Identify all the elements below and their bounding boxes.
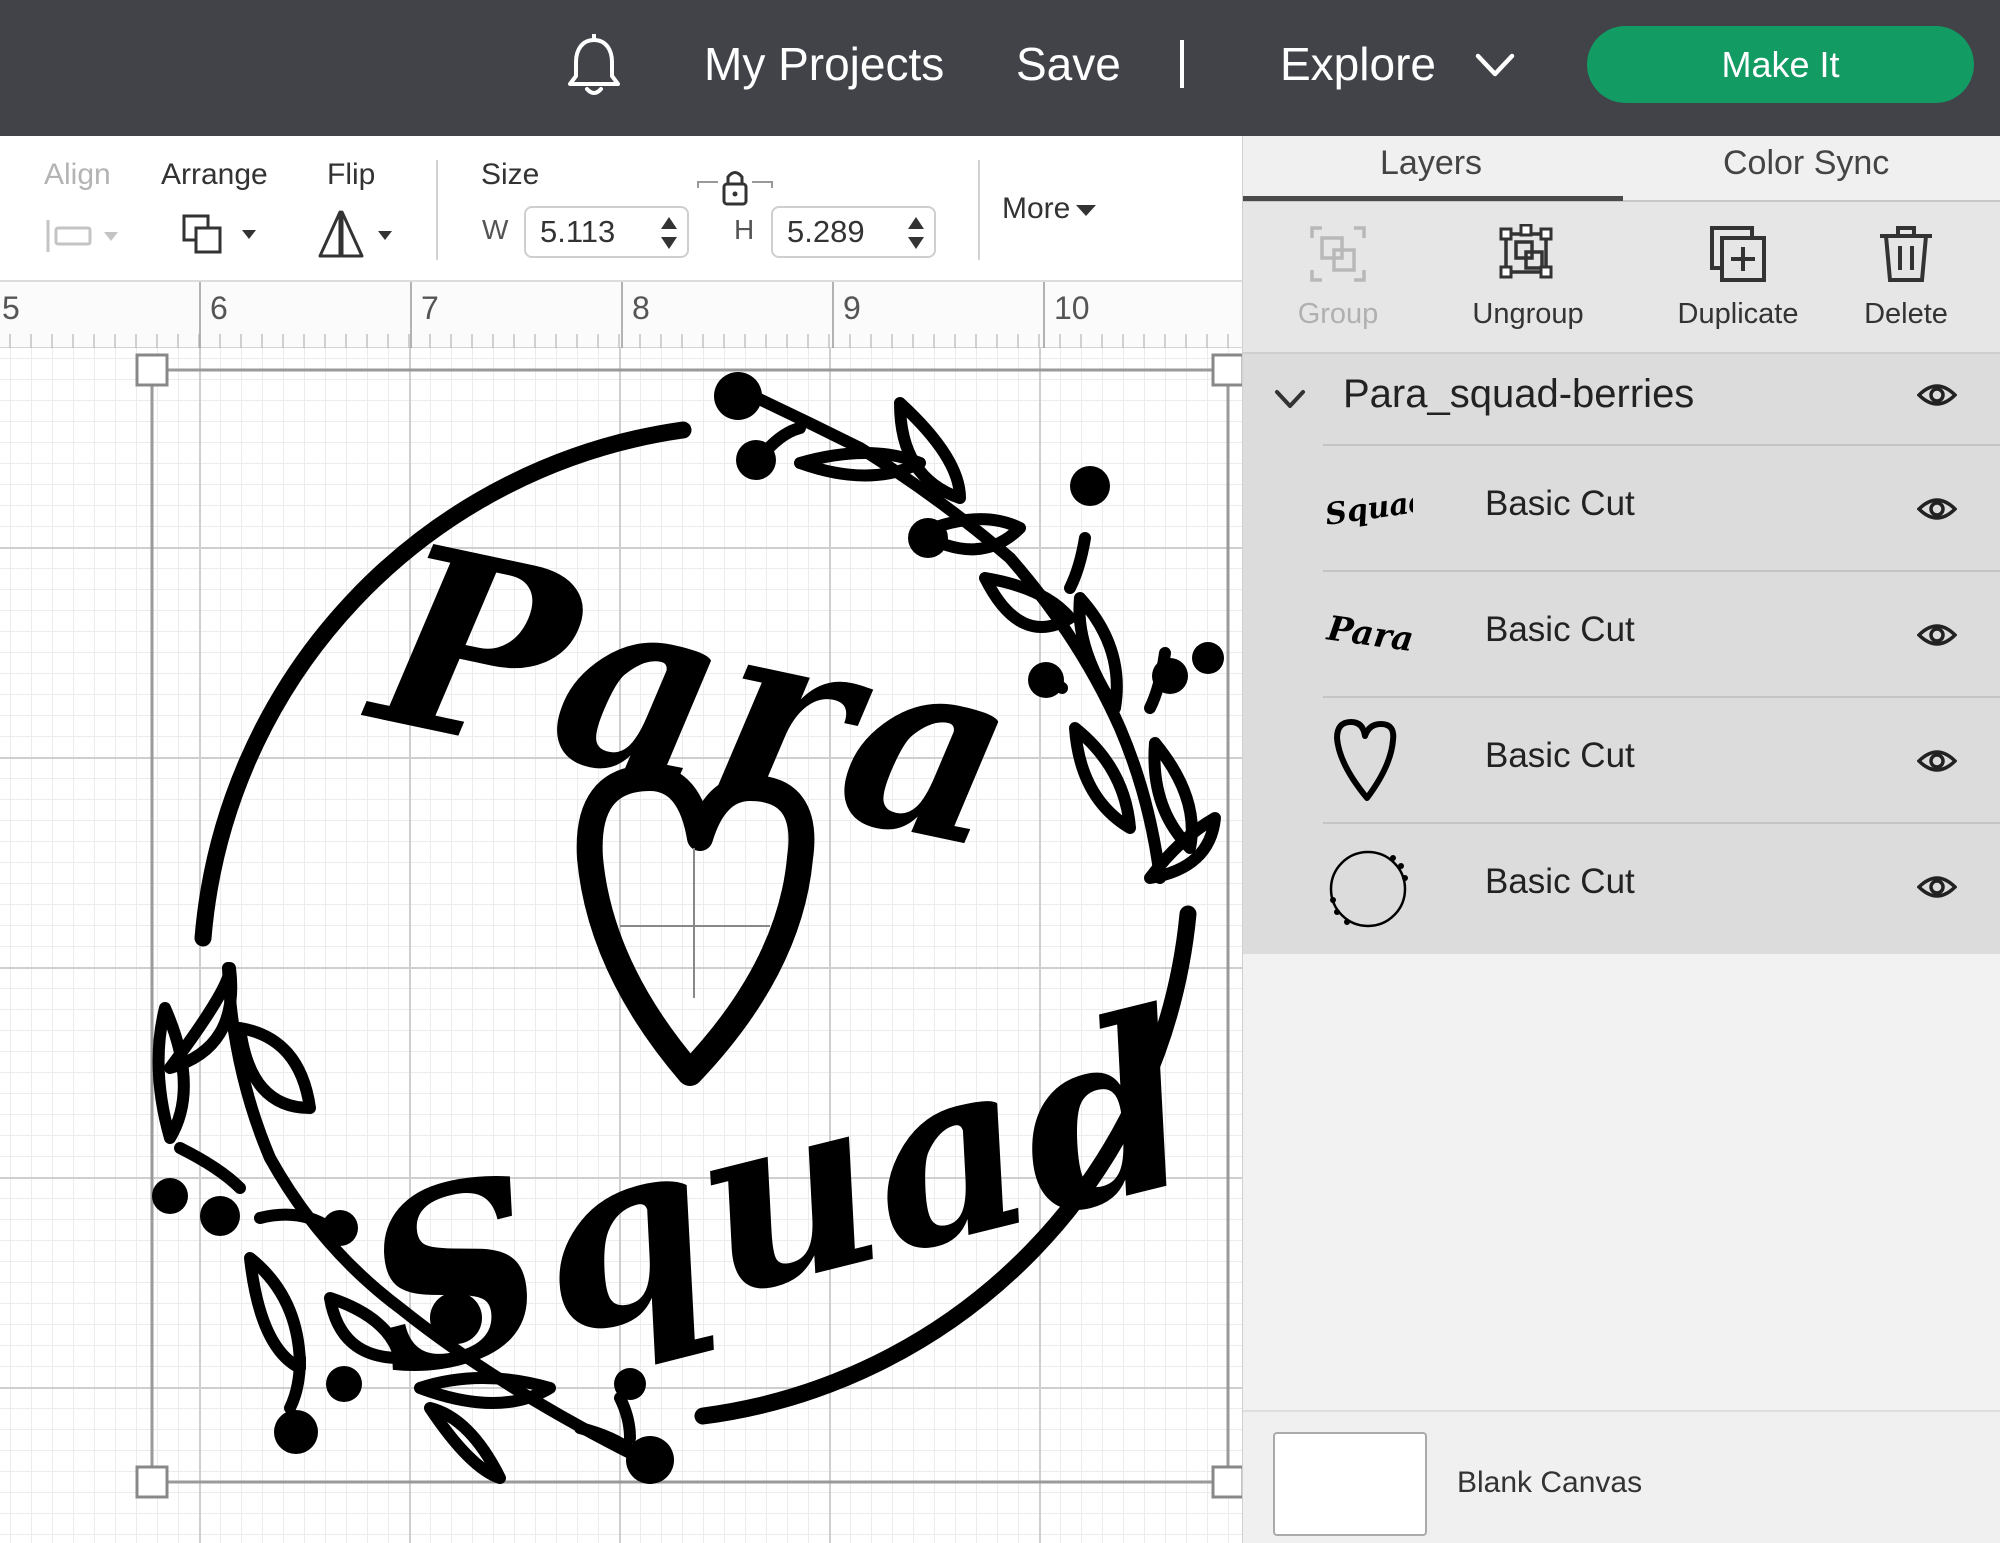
top-header: My Projects Save Explore Make It [0, 0, 2000, 136]
height-label: H [734, 214, 755, 245]
duplicate-button[interactable]: Duplicate [1643, 202, 1833, 354]
duplicate-icon [1710, 226, 1766, 282]
eye-icon[interactable] [1917, 494, 1957, 524]
eye-icon[interactable] [1917, 872, 1957, 902]
width-stepper-icon[interactable] [659, 214, 679, 252]
para-thumbnail: Para [1324, 608, 1413, 660]
group-label: Group [1297, 298, 1379, 330]
eye-icon[interactable] [1917, 620, 1957, 650]
caret-down-icon [1076, 204, 1097, 216]
tab-color-sync[interactable]: Color Sync [1723, 144, 1889, 183]
group-name[interactable]: Para_squad-berries [1343, 372, 1694, 417]
layer-actions: Group Ungroup Duplicate Delete [1243, 202, 2000, 354]
explore-menu[interactable]: Explore [1280, 34, 1436, 94]
svg-text:Para: Para [1324, 608, 1413, 660]
ruler-mark: 9 [843, 290, 861, 326]
ungroup-button[interactable]: Ungroup [1433, 202, 1623, 354]
align-icon [46, 220, 118, 252]
group-icon [1310, 226, 1366, 282]
layer-name[interactable]: Basic Cut [1485, 736, 1635, 776]
flip-label: Flip [327, 158, 376, 191]
ungroup-label: Ungroup [1472, 298, 1584, 330]
align-label: Align [44, 158, 111, 191]
header-divider [1180, 40, 1184, 88]
blank-canvas-row: Blank Canvas [1243, 1410, 2000, 1543]
svg-text:Squad: Squad [1323, 484, 1413, 533]
horizontal-ruler: 5 6 7 8 9 10 [0, 282, 1242, 348]
height-input[interactable]: 5.289 [771, 206, 936, 258]
design-canvas[interactable]: Para Squad [0, 348, 1242, 1543]
delete-button[interactable]: Delete [1811, 202, 2000, 354]
para-squad-design[interactable]: Para Squad [0, 348, 1242, 1543]
arrange-icon[interactable] [180, 210, 262, 260]
panel-tabs: Layers Color Sync [1243, 136, 2000, 202]
height-stepper-icon[interactable] [906, 214, 926, 252]
width-label: W [482, 214, 509, 245]
layer-row[interactable]: Para Basic Cut [1323, 570, 2000, 696]
edit-toolbar: Align Arrange Flip Size W 5.113 H 5.289 [0, 136, 1242, 282]
trash-icon [1880, 226, 1932, 282]
canvas-swatch[interactable] [1273, 1432, 1427, 1536]
wreath-thumbnail [1329, 850, 1408, 928]
squad-thumbnail: Squad [1323, 484, 1413, 533]
toolbar-divider [436, 160, 438, 260]
layer-name[interactable]: Basic Cut [1485, 610, 1635, 650]
flip-icon[interactable] [316, 206, 398, 262]
make-it-button[interactable]: Make It [1587, 26, 1974, 103]
layer-name[interactable]: Basic Cut [1485, 484, 1635, 524]
chevron-down-icon[interactable] [1474, 48, 1516, 82]
width-input[interactable]: 5.113 [524, 206, 689, 258]
ruler-mark: 6 [210, 290, 228, 326]
delete-label: Delete [1864, 298, 1948, 330]
height-value: 5.289 [787, 214, 865, 249]
width-value: 5.113 [540, 214, 616, 249]
layer-group-row[interactable]: Para_squad-berries [1243, 354, 2000, 444]
ungroup-icon [1499, 224, 1553, 279]
heart-thumbnail [1334, 719, 1397, 801]
ruler-mark: 8 [632, 290, 650, 326]
ruler-mark: 10 [1054, 290, 1090, 326]
layer-row[interactable]: Basic Cut [1323, 822, 2000, 948]
more-menu[interactable]: More [1002, 192, 1097, 226]
toolbar-divider [978, 160, 980, 260]
chevron-down-icon[interactable] [1273, 384, 1307, 414]
duplicate-label: Duplicate [1677, 298, 1799, 330]
ruler-mark: 7 [421, 290, 439, 326]
bell-icon[interactable] [564, 34, 624, 98]
group-button[interactable]: Group [1243, 202, 1433, 354]
ruler-mark: 5 [2, 290, 20, 326]
my-projects-link[interactable]: My Projects [704, 34, 944, 94]
lock-icon[interactable] [694, 164, 776, 212]
design-word-squad: Squad [337, 958, 1219, 1435]
size-label: Size [481, 158, 540, 191]
canvas-label: Blank Canvas [1457, 1466, 1643, 1499]
arrange-label: Arrange [161, 158, 268, 191]
save-button[interactable]: Save [1016, 34, 1121, 94]
eye-icon[interactable] [1917, 746, 1957, 776]
layer-name[interactable]: Basic Cut [1485, 862, 1635, 902]
layers-panel: Layers Color Sync Group Ungroup Duplicat… [1242, 136, 2000, 1543]
layer-row[interactable]: Squad Basic Cut [1323, 444, 2000, 570]
more-label: More [1002, 192, 1071, 225]
active-tab-indicator [1243, 196, 1623, 201]
eye-icon[interactable] [1917, 380, 1957, 410]
layer-row[interactable]: Basic Cut [1323, 696, 2000, 822]
tab-layers[interactable]: Layers [1380, 144, 1482, 183]
layers-list: Para_squad-berries Squad Basic Cut Para … [1243, 354, 2000, 954]
